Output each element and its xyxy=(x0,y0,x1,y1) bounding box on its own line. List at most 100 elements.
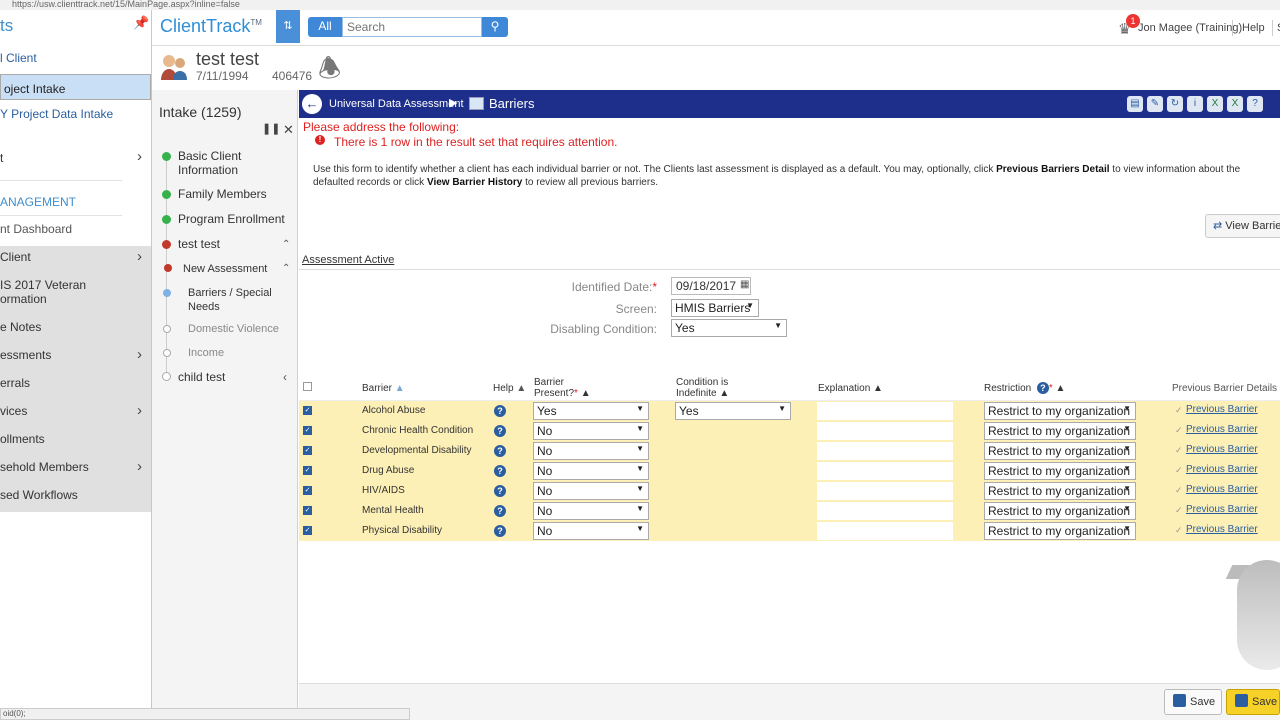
nav-item-paused-workflows[interactable]: sed Workflows xyxy=(0,484,151,512)
save-and-continue-button[interactable]: Save xyxy=(1226,689,1280,715)
refresh-icon[interactable]: ↻ xyxy=(1167,96,1183,112)
tab-assessment-active[interactable]: Assessment Active xyxy=(302,254,394,266)
help-link[interactable]: Help xyxy=(1242,22,1265,34)
workflow-step-family-members[interactable]: Family Members xyxy=(178,187,267,201)
workflow-step-basic-client-information[interactable]: Basic Client Information xyxy=(178,149,288,177)
barrier-present-select[interactable]: No ▼ xyxy=(533,422,649,440)
user-menu[interactable]: Jon Magee (Training) xyxy=(1138,22,1242,34)
breadcrumb[interactable]: Universal Data Assessment xyxy=(329,98,464,110)
nav-item-enrollments[interactable]: ollments xyxy=(0,428,151,456)
nav-item-assessments[interactable]: essments xyxy=(0,344,151,372)
search-input[interactable] xyxy=(342,17,482,37)
disabling-condition-select[interactable]: Yes ▼ xyxy=(671,319,787,337)
view-barrier-history-button[interactable]: ⇄ View Barrier xyxy=(1205,214,1280,238)
column-header-restriction[interactable]: Restriction ? * ▲ xyxy=(984,382,1065,394)
nav-item-case-notes[interactable]: e Notes xyxy=(0,316,151,344)
restriction-select[interactable]: Restrict to my organization ▼ xyxy=(984,422,1136,440)
search-icon[interactable]: ⚲ xyxy=(482,17,508,37)
previous-barrier-link[interactable]: Previous Barrier xyxy=(1186,484,1258,495)
nav-item-t[interactable]: t xyxy=(0,151,151,169)
barrier-present-select[interactable]: Yes ▼ xyxy=(533,402,649,420)
row-checkbox[interactable]: ✓ xyxy=(303,526,312,535)
help-icon[interactable]: ? xyxy=(494,485,506,497)
back-arrow-icon[interactable]: ← xyxy=(302,94,322,114)
identified-date-field[interactable]: 09/18/2017 xyxy=(671,277,751,295)
restriction-select[interactable]: Restrict to my organization ▼ xyxy=(984,442,1136,460)
barrier-present-select[interactable]: No ▼ xyxy=(533,462,649,480)
help-icon[interactable]: ? xyxy=(1247,96,1263,112)
nav-item-household-members[interactable]: sehold Members xyxy=(0,456,151,484)
explanation-input[interactable] xyxy=(817,442,953,460)
workflow-step-program-enrollment[interactable]: Program Enrollment xyxy=(178,212,285,226)
row-checkbox[interactable]: ✓ xyxy=(303,426,312,435)
help-icon[interactable]: ? xyxy=(494,465,506,477)
restriction-select[interactable]: Restrict to my organization ▼ xyxy=(984,402,1136,420)
calendar-icon[interactable]: ▦ xyxy=(740,279,749,290)
previous-barrier-link[interactable]: Previous Barrier xyxy=(1186,424,1258,435)
barrier-present-select[interactable]: No ▼ xyxy=(533,522,649,540)
column-header-condition-indefinite[interactable]: Condition is Indefinite ▲ xyxy=(676,377,729,399)
column-header-explanation[interactable]: Explanation ▲ xyxy=(818,383,883,394)
row-checkbox[interactable]: ✓ xyxy=(303,486,312,495)
row-checkbox[interactable]: ✓ xyxy=(303,466,312,475)
export-icon[interactable]: X xyxy=(1227,96,1243,112)
column-header-barrier-present[interactable]: Barrier Present?* ▲ xyxy=(534,377,591,399)
workflow-step-new-assessment[interactable]: New Assessment xyxy=(183,262,267,276)
nav-item-project-intake[interactable]: oject Intake xyxy=(0,74,151,100)
explanation-input[interactable] xyxy=(817,502,953,520)
barrier-present-select[interactable]: No ▼ xyxy=(533,502,649,520)
clienttrack-logo[interactable]: ClientTrackTM xyxy=(160,16,262,37)
help-icon[interactable]: ? xyxy=(494,525,506,537)
select-all-checkbox[interactable] xyxy=(303,382,312,391)
restriction-select[interactable]: Restrict to my organization ▼ xyxy=(984,502,1136,520)
chevron-right-icon[interactable]: › xyxy=(137,148,142,165)
explanation-input[interactable] xyxy=(817,522,953,540)
workflow-step-test-test[interactable]: test test xyxy=(178,237,220,251)
search-scope-button[interactable]: All xyxy=(308,17,342,37)
chevron-up-icon[interactable]: ⌃ xyxy=(282,263,290,274)
workflow-step-barriers[interactable]: Barriers / Special Needs xyxy=(188,286,278,314)
help-icon[interactable]: ? xyxy=(494,405,506,417)
restriction-select[interactable]: Restrict to my organization ▼ xyxy=(984,522,1136,540)
nav-item-dashboard[interactable]: nt Dashboard xyxy=(0,222,151,240)
workflow-step-domestic-violence[interactable]: Domestic Violence xyxy=(188,322,279,336)
chevron-right-icon[interactable]: › xyxy=(137,458,142,475)
previous-barrier-link[interactable]: Previous Barrier xyxy=(1186,464,1258,475)
client-alert-bell-icon[interactable]: 🕭 xyxy=(318,50,341,94)
workflow-step-income[interactable]: Income xyxy=(188,346,224,360)
excel-icon[interactable]: X xyxy=(1207,96,1223,112)
screen-select[interactable]: HMIS Barriers ▼ xyxy=(671,299,759,317)
chevron-up-icon[interactable]: ⌃ xyxy=(282,239,290,250)
save-button[interactable]: Save xyxy=(1164,689,1222,715)
condition-indefinite-select[interactable]: Yes ▼ xyxy=(675,402,791,420)
previous-barrier-link[interactable]: Previous Barrier xyxy=(1186,444,1258,455)
row-checkbox[interactable]: ✓ xyxy=(303,506,312,515)
close-icon[interactable]: ✕ xyxy=(283,122,294,138)
nav-item-project-data-intake[interactable]: Y Project Data Intake xyxy=(0,107,151,125)
help-icon[interactable]: ? xyxy=(494,505,506,517)
pause-icon[interactable]: ❚❚ xyxy=(262,122,280,135)
nav-item-services[interactable]: vices xyxy=(0,400,151,428)
help-icon[interactable]: ? xyxy=(494,445,506,457)
explanation-input[interactable] xyxy=(817,462,953,480)
previous-barrier-link[interactable]: Previous Barrier xyxy=(1186,524,1258,535)
barrier-present-select[interactable]: No ▼ xyxy=(533,442,649,460)
restriction-select[interactable]: Restrict to my organization ▼ xyxy=(984,482,1136,500)
print-icon[interactable]: ▤ xyxy=(1127,96,1143,112)
help-icon[interactable]: ? xyxy=(494,425,506,437)
chevron-right-icon[interactable]: › xyxy=(137,248,142,265)
help-assistant-icon[interactable] xyxy=(1237,560,1280,670)
info-icon[interactable]: i xyxy=(1187,96,1203,112)
nav-item-referrals[interactable]: errals xyxy=(0,372,151,400)
column-header-barrier[interactable]: Barrier ▲ xyxy=(362,383,405,394)
barrier-present-select[interactable]: No ▼ xyxy=(533,482,649,500)
explanation-input[interactable] xyxy=(817,422,953,440)
row-checkbox[interactable]: ✓ xyxy=(303,446,312,455)
help-icon[interactable]: ? xyxy=(1036,382,1049,394)
chevron-right-icon[interactable]: › xyxy=(137,402,142,419)
nav-item-client[interactable]: l Client xyxy=(0,51,151,69)
pin-icon[interactable]: 📌 xyxy=(133,15,149,31)
explanation-input[interactable] xyxy=(817,482,953,500)
row-checkbox[interactable]: ✓ xyxy=(303,406,312,415)
restriction-select[interactable]: Restrict to my organization ▼ xyxy=(984,462,1136,480)
